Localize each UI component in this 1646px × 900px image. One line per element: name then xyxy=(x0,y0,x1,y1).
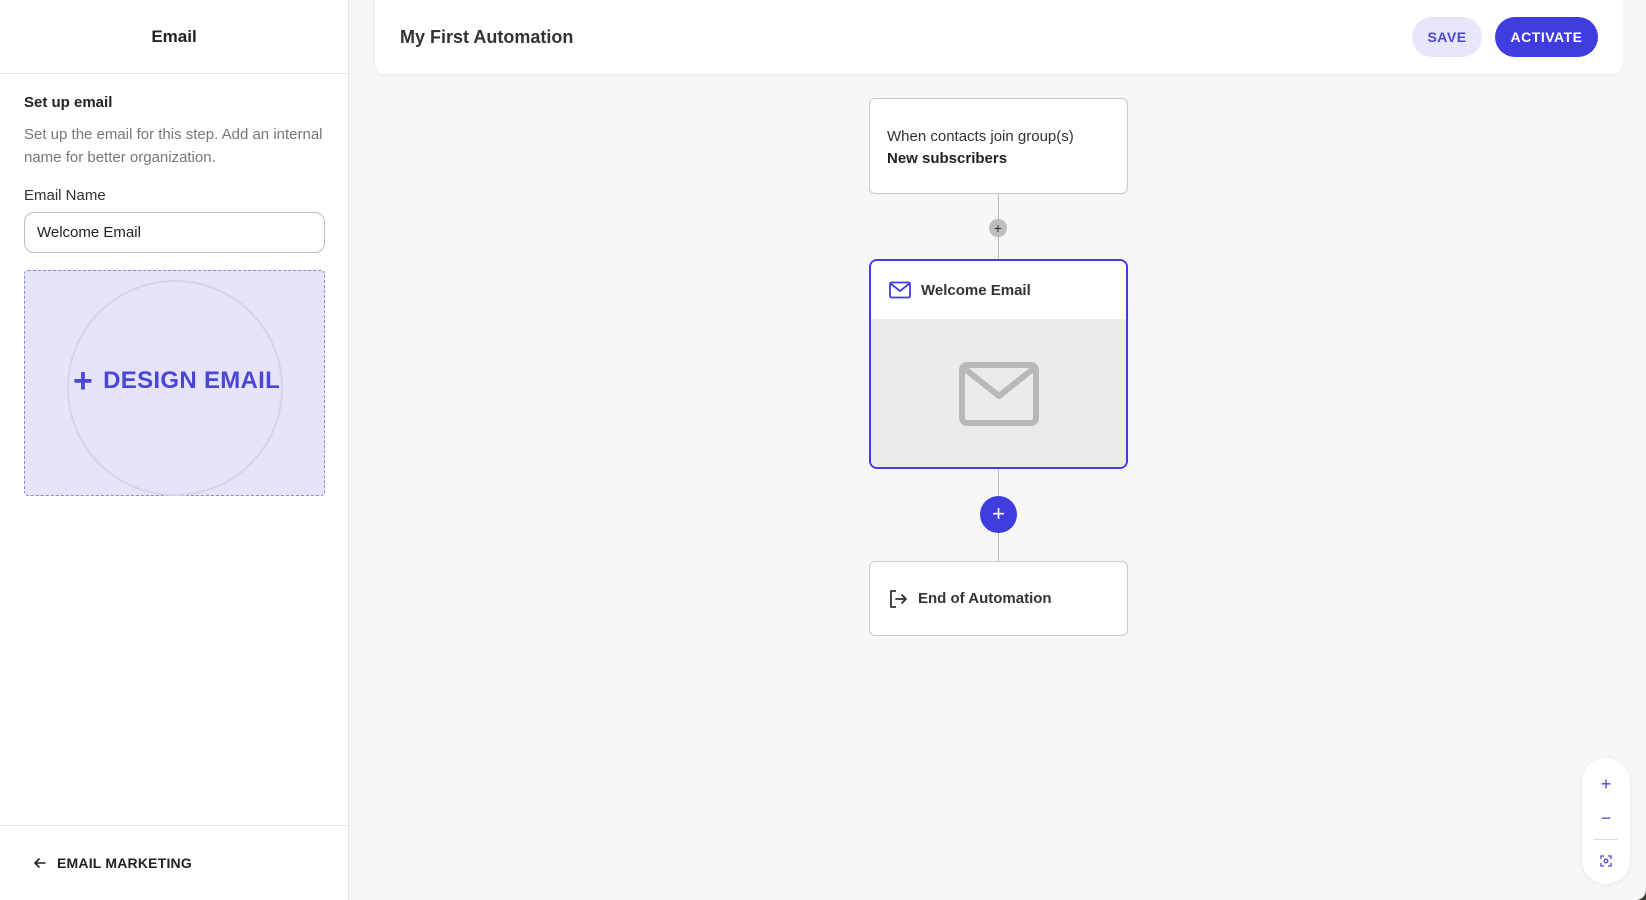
design-email-button[interactable]: + DESIGN EMAIL xyxy=(73,362,281,400)
fit-view-icon xyxy=(1600,855,1612,867)
end-node-title: End of Automation xyxy=(918,590,1052,607)
top-bar: My First Automation SAVE ACTIVATE xyxy=(375,0,1623,74)
email-preview xyxy=(871,319,1126,467)
trigger-description: When contacts join group(s) xyxy=(887,128,1074,145)
email-step-title: Welcome Email xyxy=(921,281,1031,299)
zoom-out-button[interactable]: − xyxy=(1582,802,1630,834)
section-title: Set up email xyxy=(24,94,113,111)
trigger-node[interactable]: When contacts join group(s) New subscrib… xyxy=(869,98,1128,194)
arrow-left-icon xyxy=(34,858,46,868)
zoom-in-button[interactable]: + xyxy=(1582,768,1630,800)
sidebar-title: Email xyxy=(0,0,348,74)
app: Email Set up email Set up the email for … xyxy=(0,0,1646,900)
email-name-label: Email Name xyxy=(24,187,106,204)
activate-button[interactable]: ACTIVATE xyxy=(1495,17,1598,57)
sidebar: Email Set up email Set up the email for … xyxy=(0,0,349,900)
mail-icon xyxy=(889,281,911,299)
sidebar-body: Set up email Set up the email for this s… xyxy=(0,74,348,496)
email-name-input[interactable] xyxy=(24,212,325,253)
design-email-label: DESIGN EMAIL xyxy=(103,367,281,394)
email-step-node[interactable]: Welcome Email xyxy=(869,259,1128,469)
envelope-placeholder-icon xyxy=(958,362,1039,426)
email-step-header: Welcome Email xyxy=(871,261,1126,319)
page-title: My First Automation xyxy=(400,26,574,47)
save-button[interactable]: SAVE xyxy=(1412,17,1482,57)
zoom-controls: + − xyxy=(1582,758,1630,884)
trigger-group: New subscribers xyxy=(887,150,1008,167)
fit-view-button[interactable] xyxy=(1582,844,1630,876)
back-to-email-marketing-link[interactable]: EMAIL MARKETING xyxy=(0,825,349,900)
design-email-area[interactable]: + DESIGN EMAIL xyxy=(24,270,325,496)
footer-link-label: EMAIL MARKETING xyxy=(57,855,192,871)
plus-icon: + xyxy=(73,362,94,400)
end-node[interactable]: End of Automation xyxy=(869,561,1128,636)
add-step-button[interactable]: + xyxy=(980,496,1017,533)
exit-icon xyxy=(890,589,907,608)
zoom-divider xyxy=(1594,839,1618,840)
add-step-small-button[interactable]: + xyxy=(989,219,1007,237)
section-description: Set up the email for this step. Add an i… xyxy=(24,126,323,166)
